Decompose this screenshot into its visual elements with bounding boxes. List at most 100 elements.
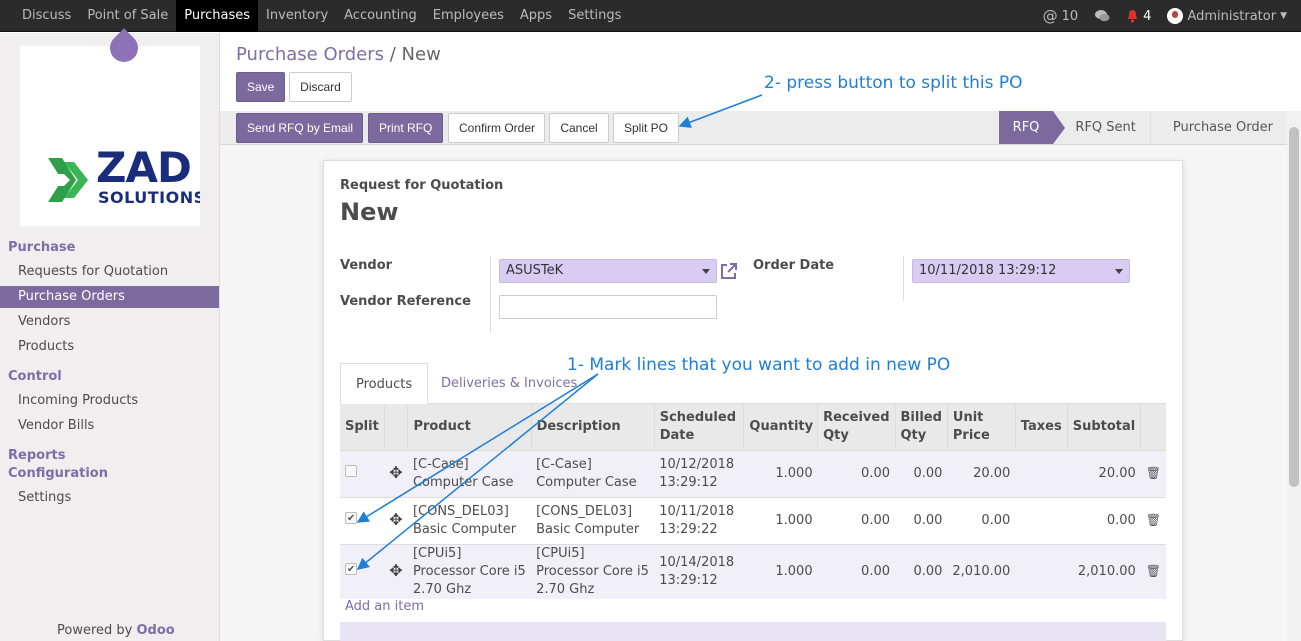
sidebar-item-purchase-orders[interactable]: Purchase Orders <box>0 286 219 308</box>
date-cell[interactable]: 10/14/2018 13:29:12 <box>654 543 744 599</box>
tab-products[interactable]: Products <box>340 363 429 404</box>
split-checkbox[interactable] <box>345 510 357 528</box>
header-unit-price[interactable]: Unit Price <box>947 404 1016 450</box>
order-date-label: Order Date <box>753 258 835 273</box>
confirm-order-button[interactable]: Confirm Order <box>448 113 545 143</box>
cancel-button[interactable]: Cancel <box>549 113 609 143</box>
move-icon[interactable]: ✥ <box>389 510 402 529</box>
discard-button[interactable]: Discard <box>289 72 352 102</box>
chevron-down-icon <box>702 269 710 274</box>
header-taxes[interactable]: Taxes <box>1015 404 1068 450</box>
record-name: New <box>340 198 399 226</box>
split-cell <box>340 543 385 599</box>
trash-icon[interactable]: 🗑 <box>1146 564 1161 578</box>
move-icon[interactable]: ✥ <box>389 463 402 482</box>
notifications-indicator[interactable]: 4 <box>1126 9 1151 24</box>
quantity-cell[interactable]: 1.000 <box>743 496 818 544</box>
taxes-cell[interactable] <box>1015 543 1068 599</box>
table-row[interactable]: ✥ [CONS_DEL03] Basic Computer [CONS_DEL0… <box>340 496 1166 544</box>
received-qty-cell: 0.00 <box>817 543 895 599</box>
header-description[interactable]: Description <box>531 404 655 450</box>
table-row[interactable]: ✥ [C-Case] Computer Case [C-Case] Comput… <box>340 449 1166 497</box>
vendor-select[interactable]: ASUSTeK <box>499 259 717 283</box>
unit-price-cell[interactable]: 0.00 <box>947 496 1016 544</box>
user-menu[interactable]: Administrator ▼ <box>1167 8 1287 24</box>
menu-discuss[interactable]: Discuss <box>14 0 79 32</box>
add-item-link[interactable]: Add an item <box>345 599 424 614</box>
product-cell[interactable]: [CONS_DEL03] Basic Computer <box>407 496 532 544</box>
trash-icon[interactable]: 🗑 <box>1146 466 1161 480</box>
mentions-indicator[interactable]: @ 10 <box>1043 7 1079 25</box>
header-billed-qty[interactable]: Billed Qty <box>895 404 948 450</box>
sidebar-item-products[interactable]: Products <box>0 336 219 358</box>
order-date-value: 10/11/2018 13:29:12 <box>919 263 1057 278</box>
sidebar-item-incoming-products[interactable]: Incoming Products <box>0 390 219 412</box>
description-cell[interactable]: [CPUi5] Processor Core i5 2.70 Ghz <box>531 543 655 599</box>
quantity-cell[interactable]: 1.000 <box>743 543 818 599</box>
date-cell[interactable]: 10/12/2018 13:29:12 <box>654 449 744 497</box>
taxes-cell[interactable] <box>1015 496 1068 544</box>
breadcrumb-separator: / <box>389 44 396 65</box>
send-rfq-button[interactable]: Send RFQ by Email <box>236 113 363 143</box>
menu-purchases[interactable]: Purchases <box>176 0 259 32</box>
menu-point-of-sale[interactable]: Point of Sale <box>79 0 176 32</box>
section-reports[interactable]: Reports <box>8 448 65 463</box>
sidebar-item-vendors[interactable]: Vendors <box>0 311 219 333</box>
billed-qty-cell: 0.00 <box>895 543 948 599</box>
stage-rfq-sent[interactable]: RFQ Sent <box>1053 111 1151 144</box>
table-row[interactable]: ✥ [CPUi5] Processor Core i5 2.70 Ghz [CP… <box>340 543 1166 599</box>
sidebar-item-requests-for-quotation[interactable]: Requests for Quotation <box>0 261 219 283</box>
split-checkbox[interactable] <box>345 464 357 477</box>
bell-icon <box>1128 10 1138 23</box>
powered-by-brand[interactable]: Odoo <box>137 623 175 638</box>
breadcrumb-parent[interactable]: Purchase Orders <box>236 44 384 65</box>
unit-price-cell[interactable]: 2,010.00 <box>947 543 1016 599</box>
stage-purchase-order[interactable]: Purchase Order <box>1151 111 1287 144</box>
field-separator <box>490 256 491 333</box>
messages-indicator[interactable] <box>1094 9 1110 23</box>
print-rfq-button[interactable]: Print RFQ <box>368 113 443 143</box>
taxes-cell[interactable] <box>1015 449 1068 497</box>
description-cell[interactable]: [CONS_DEL03] Basic Computer <box>531 496 655 544</box>
delete-cell: 🗑 <box>1140 449 1166 497</box>
move-icon[interactable]: ✥ <box>389 561 402 580</box>
sidebar-item-settings[interactable]: Settings <box>0 487 219 509</box>
header-quantity[interactable]: Quantity <box>743 404 819 450</box>
notifications-count: 4 <box>1143 8 1152 24</box>
product-cell[interactable]: [C-Case] Computer Case <box>407 449 532 497</box>
quantity-cell[interactable]: 1.000 <box>743 449 818 497</box>
handle-cell: ✥ <box>384 543 408 599</box>
sidebar-item-vendor-bills[interactable]: Vendor Bills <box>0 415 219 437</box>
header-split: Split <box>340 404 385 450</box>
split-checkbox[interactable] <box>345 561 357 579</box>
logo-text: ZAD <box>96 143 192 192</box>
company-logo: ZAD SOLUTIONS <box>20 46 200 226</box>
trash-icon[interactable]: 🗑 <box>1146 513 1161 527</box>
received-qty-cell: 0.00 <box>817 449 895 497</box>
date-cell[interactable]: 10/11/2018 13:29:22 <box>654 496 744 544</box>
description-cell[interactable]: [C-Case] Computer Case <box>531 449 655 497</box>
scrollbar-thumb[interactable] <box>1289 127 1299 487</box>
order-date-field[interactable]: 10/11/2018 13:29:12 <box>912 259 1130 283</box>
menu-apps[interactable]: Apps <box>512 0 560 32</box>
save-button[interactable]: Save <box>236 72 285 102</box>
header-received-qty[interactable]: Received Qty <box>817 404 896 450</box>
menu-inventory[interactable]: Inventory <box>258 0 336 32</box>
vendor-reference-input[interactable] <box>499 295 717 319</box>
product-cell[interactable]: [CPUi5] Processor Core i5 2.70 Ghz <box>407 543 532 599</box>
caret-down-icon: ▼ <box>1280 11 1287 21</box>
subtotal-cell: 0.00 <box>1067 496 1141 544</box>
menu-settings[interactable]: Settings <box>560 0 629 32</box>
breadcrumb: Purchase Orders / New <box>236 44 441 65</box>
external-link-icon[interactable] <box>719 261 739 281</box>
header-product[interactable]: Product <box>407 404 532 450</box>
header-scheduled-date[interactable]: Scheduled Date <box>654 404 745 450</box>
stage-rfq[interactable]: RFQ <box>998 111 1066 144</box>
menu-accounting[interactable]: Accounting <box>336 0 425 32</box>
header-subtotal[interactable]: Subtotal <box>1067 404 1142 450</box>
scrollbar[interactable] <box>1287 111 1301 641</box>
menu-employees[interactable]: Employees <box>425 0 512 32</box>
split-po-button[interactable]: Split PO <box>613 113 679 143</box>
unit-price-cell[interactable]: 20.00 <box>947 449 1016 497</box>
section-configuration: Configuration <box>8 466 108 481</box>
